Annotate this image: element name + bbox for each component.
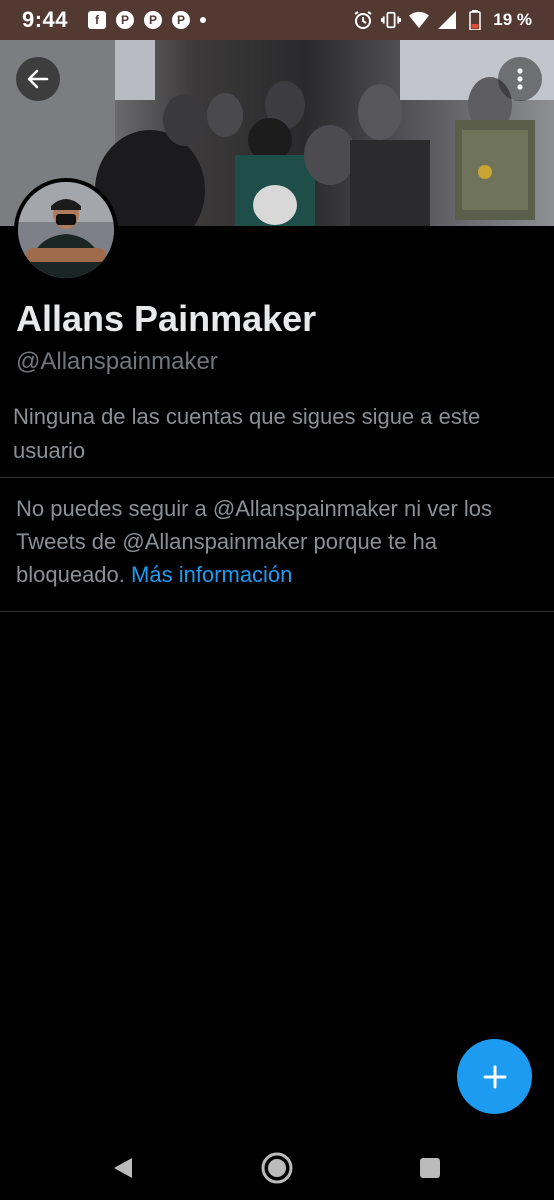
system-nav-bar — [0, 1130, 554, 1200]
nav-recents-icon[interactable] — [420, 1158, 440, 1178]
compose-tweet-button[interactable] — [457, 1039, 532, 1114]
more-notifications-dot — [200, 17, 207, 23]
pinterest-icon: P — [172, 11, 191, 29]
signal-icon — [437, 10, 457, 30]
status-bar: 9:44 f P P P 19 % — [0, 0, 554, 40]
plus-icon — [483, 1065, 506, 1088]
profile-display-name: Allans Painmaker — [16, 298, 317, 339]
pinterest-icon: P — [144, 11, 163, 29]
profile-handle: @Allanspainmaker — [16, 348, 218, 375]
avatar-photo — [18, 182, 114, 278]
alarm-icon — [353, 10, 373, 30]
battery-percent: 19 % — [493, 10, 532, 29]
back-button[interactable] — [16, 57, 60, 101]
status-time: 9:44 — [22, 7, 69, 32]
profile-avatar[interactable] — [14, 178, 118, 282]
blocked-notice: No puedes seguir a @Allanspainmaker ni v… — [16, 492, 536, 591]
mutual-followers-text: Ninguna de las cuentas que sigues sigue … — [13, 404, 481, 463]
battery-icon — [465, 10, 485, 30]
divider-top — [0, 477, 554, 478]
nav-home-icon[interactable] — [260, 1151, 294, 1185]
more-vertical-icon — [517, 68, 523, 90]
divider-bottom — [0, 611, 554, 612]
wifi-icon — [409, 10, 430, 30]
notification-icons: f P P P — [88, 11, 207, 29]
vibrate-icon — [381, 10, 402, 30]
learn-more-link[interactable]: Más información — [131, 562, 292, 587]
arrow-left-icon — [27, 69, 49, 89]
facebook-icon: f — [88, 11, 107, 29]
pinterest-icon: P — [116, 11, 135, 29]
nav-back-icon[interactable] — [112, 1156, 134, 1180]
more-options-button[interactable] — [498, 57, 542, 101]
status-right: 19 % — [353, 10, 532, 30]
